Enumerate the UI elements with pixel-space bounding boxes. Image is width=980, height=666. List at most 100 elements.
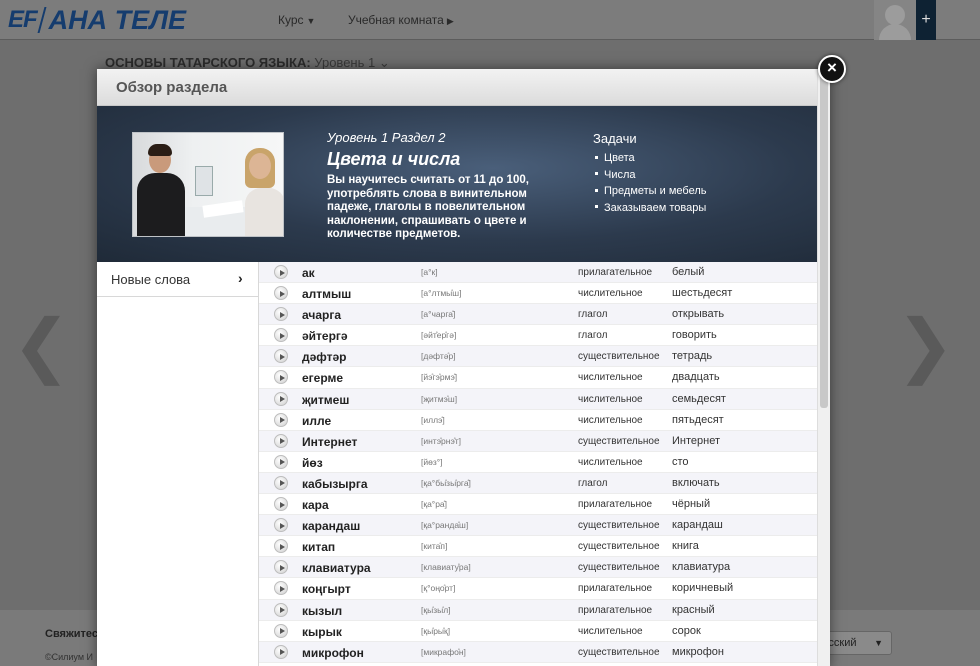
vocab-pronunciation: [микрафо̊н] [421,646,466,657]
vocab-row: Интернет [интэ̊рнэ̊т] существительное Интер… [259,430,817,452]
vocab-word: микрофон [302,645,364,660]
play-audio-icon[interactable] [274,412,288,427]
vocab-word: дәфтәр [302,350,347,365]
vocab-translation: микрофон [672,645,724,658]
vocab-translation: шестьдесят [672,287,733,300]
vocab-part-of-speech: существительное [578,541,660,553]
vocab-part-of-speech: числительное [578,393,643,405]
sidebar-item-label: Новые слова [111,272,191,287]
play-audio-icon[interactable] [274,433,288,448]
user-avatar[interactable] [874,0,916,40]
vocab-row: алтмыш [а°лтмы̊ш] числительное шестьдесят [259,283,817,305]
vocab-pronunciation: [йөз°] [421,456,443,467]
unit-title: Цвета и числа [327,149,461,169]
vocab-pronunciation: [кита̊п] [421,541,448,552]
task-item: Предметы и мебель [593,185,706,202]
vocab-row: дәфтәр [дәфтә̊р] существительное тетрадь [259,346,817,368]
sidebar-item-new-words[interactable]: Новые слова › [97,262,258,297]
vocab-word: коңгырт [302,582,351,597]
vocab-part-of-speech: числительное [578,625,643,637]
vocab-translation: книга [672,540,699,553]
unit-photo [132,132,284,237]
play-audio-icon[interactable] [274,497,288,512]
top-navigation-bar: EF АНА ТЕЛЕ Курс ▼ Учебная комната ▶ + [0,0,980,40]
vocab-word: кабызырга [302,476,368,491]
vocab-translation: чёрный [672,498,711,511]
vocab-pronunciation: [клавиату̊ра] [421,562,471,573]
vocab-row: кырык [қы̊ры̊қ] числительное сорок [259,620,817,642]
nav-course-menu[interactable]: Курс ▼ [278,13,315,27]
play-audio-icon[interactable] [274,370,288,385]
brand-logo[interactable]: EF АНА ТЕЛЕ [8,5,186,35]
play-audio-icon[interactable] [274,518,288,533]
vocab-word: Интернет [302,434,358,449]
play-audio-icon[interactable] [274,349,288,364]
vocab-row: кызыл [қы̊зы̊л] прилагательное красный [259,599,817,621]
nav-course-label: Курс [278,13,304,27]
vocab-part-of-speech: числительное [578,414,643,426]
chevron-down-icon: ⌄ [378,55,390,70]
play-audio-icon[interactable] [274,581,288,596]
nav-classroom-link[interactable]: Учебная комната ▶ [348,13,454,27]
footer-contact-heading: Свяжитес [45,628,99,640]
vocab-pronunciation: [қа°бы̊зы̊рга̊] [421,477,471,488]
task-label: Предметы и мебель [604,185,707,197]
tasks-heading: Задачи [593,131,637,146]
task-item: Цвета [593,152,706,169]
play-audio-icon[interactable] [274,539,288,554]
bullet-icon [595,155,598,159]
vocab-translation: сорок [672,624,701,637]
play-audio-icon[interactable] [274,265,288,279]
vocab-row: йөз [йөз°] числительное сто [259,451,817,473]
vocab-translation: открывать [672,308,725,321]
next-arrow-icon[interactable]: ❯ [896,310,955,380]
vocab-word: кырык [302,624,342,639]
vocab-word: кызыл [302,603,343,618]
play-audio-icon[interactable] [274,644,288,659]
vocab-row: кара [қа°ра̊] прилагательное чёрный [259,494,817,516]
vocab-row: клавиатура [клавиату̊ра] существительное кл… [259,557,817,579]
vocab-word: кара [302,498,329,513]
play-audio-icon[interactable] [274,454,288,469]
close-icon[interactable]: × [818,55,846,83]
unit-description: Вы научитесь считать от 11 до 100, употр… [327,174,529,240]
vocab-pronunciation: [а°чарга̊] [421,309,456,320]
vocab-part-of-speech: существительное [578,351,660,363]
bullet-icon [595,172,598,176]
avatar-head-shape [885,5,905,25]
vocab-part-of-speech: прилагательное [578,583,653,595]
task-label: Числа [604,168,636,181]
avatar-body-shape [879,24,911,40]
play-audio-icon[interactable] [274,560,288,575]
vocab-pronunciation: [иллэ̊] [421,414,445,425]
vocab-pronunciation: [йэ̊гэ̊рмэ̊] [421,372,458,383]
modal-title: Обзор раздела [97,69,830,106]
vocab-word: карандаш [302,519,361,534]
vocab-part-of-speech: существительное [578,520,660,532]
chevron-right-icon: › [238,270,243,286]
play-audio-icon[interactable] [274,602,288,617]
vocab-part-of-speech: прилагательное [578,267,653,278]
play-audio-icon[interactable] [274,286,288,301]
scrollbar-thumb[interactable] [820,73,828,408]
modal-scrollbar[interactable] [817,69,830,666]
plus-button[interactable]: + [916,0,936,40]
vocab-word: илле [302,413,332,428]
vocab-part-of-speech: числительное [578,372,643,384]
photo-woman-body [245,188,283,236]
unit-subtitle: Уровень 1 Раздел 2 [327,130,446,145]
previous-arrow-icon[interactable]: ❮ [12,310,71,380]
vocab-row: карандаш [қа°ранда̊ш] существительное каран… [259,515,817,537]
vocab-row: микрофон [микрафо̊н] существительное микроф… [259,641,817,663]
tasks-list: Цвета Числа Предметы и мебель Заказываем… [593,152,706,218]
vocab-pronunciation: [қы̊ры̊қ] [421,625,451,636]
play-audio-icon[interactable] [274,307,288,322]
vocab-word: җитмеш [302,392,350,407]
vocab-translation: тетрадь [672,350,713,363]
task-item: Числа [593,169,706,186]
vocab-pronunciation: [қа°ранда̊ш] [421,520,469,531]
play-audio-icon[interactable] [274,475,288,490]
play-audio-icon[interactable] [274,328,288,343]
play-audio-icon[interactable] [274,623,288,638]
play-audio-icon[interactable] [274,391,288,406]
